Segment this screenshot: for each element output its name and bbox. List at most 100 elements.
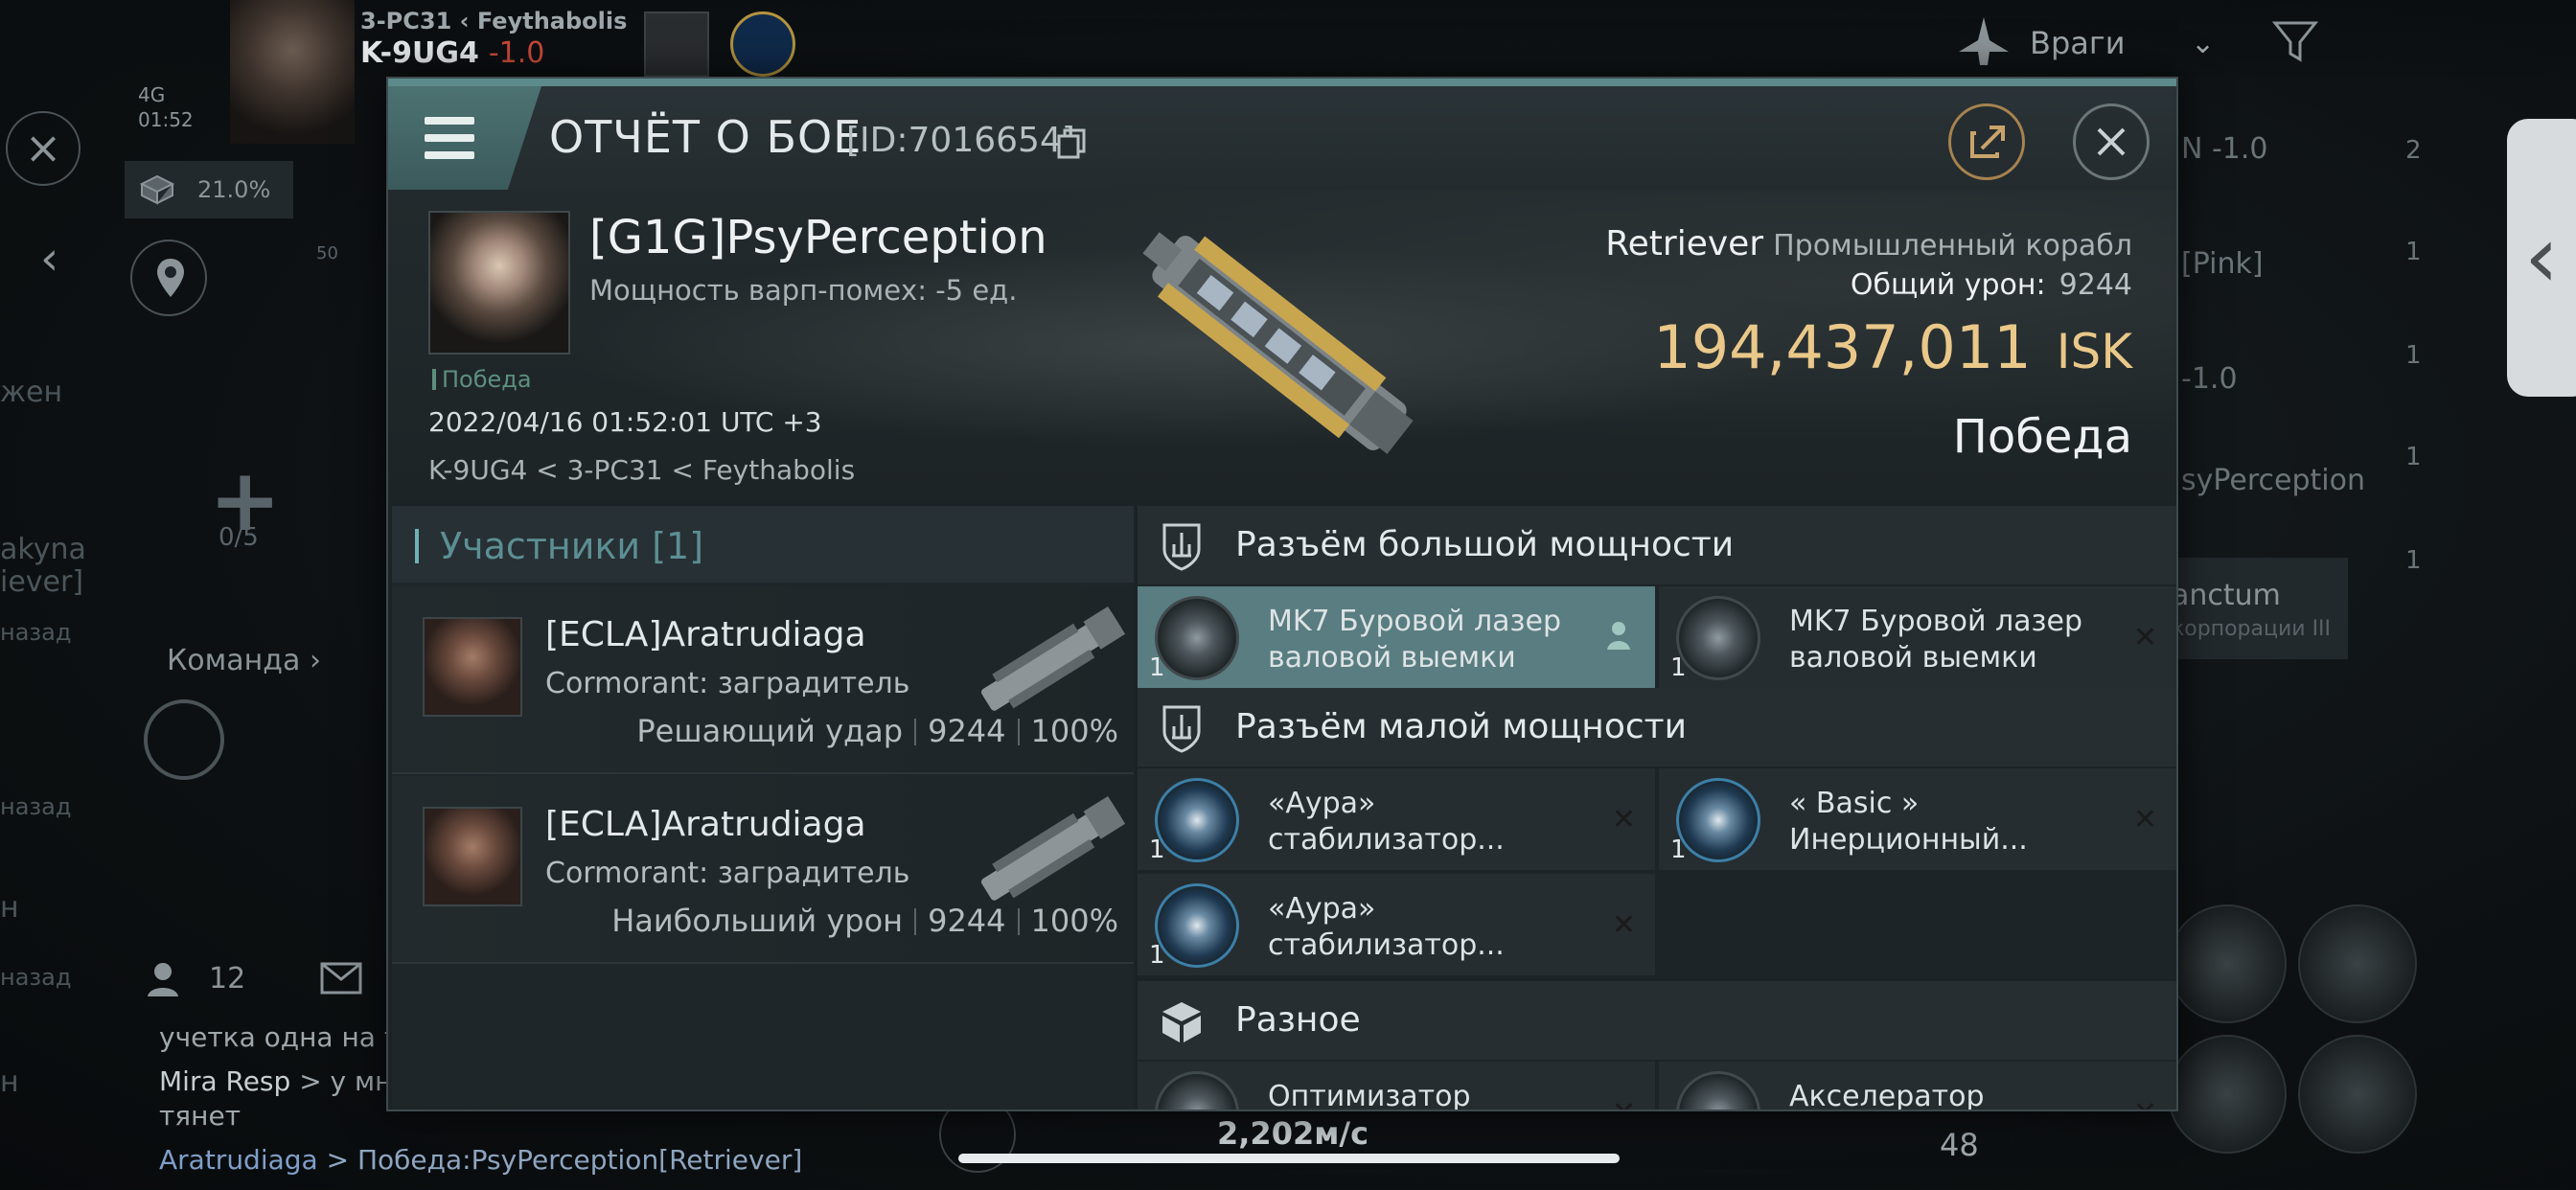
left-fragment: назад xyxy=(0,964,72,991)
destroyed-x-icon: ✕ xyxy=(2132,621,2157,654)
module-quantity: 1 xyxy=(1670,653,1687,682)
report-id: [ID:7016654] xyxy=(846,121,1075,160)
speed-readout: 2,202м/с xyxy=(1217,1115,1369,1152)
victim-ship-image[interactable] xyxy=(1097,209,1461,477)
module-name: Акселератор xyxy=(1789,1080,1985,1111)
stabilizer-icon xyxy=(1155,778,1239,862)
fitted-module[interactable]: 1 MK7 Буровой лазер валовой выемки xyxy=(1138,586,1655,688)
inertial-stabilizer-icon xyxy=(1676,778,1760,862)
victim-name[interactable]: [G1G]PsyPerception xyxy=(589,211,1047,264)
chat-member-count: 12 xyxy=(209,962,246,995)
close-icon xyxy=(2097,127,2126,156)
module-name: MK7 Буровой лазер валовой выемки xyxy=(1789,605,2082,675)
low-slot-header: Разъём малой мощности xyxy=(1138,688,2176,767)
destroyed-x-icon: ✕ xyxy=(1612,1096,1636,1110)
home-indicator[interactable] xyxy=(958,1154,1620,1163)
overview-item[interactable]: anctum xyxy=(2172,579,2281,612)
participant-ship: Cormorant: заградитель xyxy=(545,667,910,700)
alliance-logo-icon[interactable] xyxy=(730,11,795,77)
ship-filter-icon[interactable] xyxy=(1955,13,2012,71)
fitted-module[interactable]: 1 «Аура» стабилизатор... ✕ xyxy=(1138,768,1655,870)
share-icon xyxy=(1970,126,2005,158)
participant-ship-image xyxy=(981,795,1126,901)
optimizer-icon xyxy=(1155,1071,1239,1110)
chevron-left-icon[interactable]: ‹ xyxy=(40,232,58,286)
low-slot-title: Разъём малой мощности xyxy=(1235,707,1688,746)
participant-stats: Решающий удар 9244 100% xyxy=(636,713,1118,749)
person-icon xyxy=(148,963,178,996)
participants-panel: Участники [1] [ECLA]Aratrudiaga Cormoran… xyxy=(392,506,1134,1110)
share-button[interactable] xyxy=(1948,103,2025,180)
module-slot[interactable] xyxy=(2168,904,2287,1023)
fitted-module[interactable]: 1 MK7 Буровой лазер валовой выемки ✕ xyxy=(1659,586,2176,688)
overview-item[interactable]: -1.0 xyxy=(2181,362,2238,396)
misc-title: Разное xyxy=(1235,1000,1361,1040)
participant-card[interactable]: [ECLA]Aratrudiaga Cormorant: заградитель… xyxy=(392,776,1134,964)
victory-tag: Победа xyxy=(432,366,532,393)
module-slot[interactable] xyxy=(2298,1035,2417,1154)
overview-item[interactable]: syPerception xyxy=(2181,464,2365,497)
report-datetime: 2022/04/16 01:52:01 UTC +3 xyxy=(428,406,822,438)
fitted-module[interactable]: Акселератор ✕ xyxy=(1659,1062,2176,1111)
fitted-module[interactable]: Оптимизатор ✕ xyxy=(1138,1062,1655,1110)
slots-count: 0/5 xyxy=(218,523,259,552)
destroyed-x-icon: ✕ xyxy=(2133,1096,2157,1110)
copy-icon[interactable] xyxy=(1057,128,1086,159)
overview-count: 1 xyxy=(2405,546,2422,575)
module-name: «Аура» стабилизатор... xyxy=(1268,892,1505,962)
cargo-icon xyxy=(140,174,174,205)
fitted-module[interactable]: 1 « Basic » Инерционный... ✕ xyxy=(1659,768,2176,870)
mining-laser-icon xyxy=(1676,596,1760,680)
module-slot[interactable] xyxy=(2298,904,2417,1023)
destroyed-x-icon: ✕ xyxy=(1611,803,1636,836)
location-pin-icon[interactable] xyxy=(130,240,207,316)
warp-disruption: Мощность варп-помех: -5 ед. xyxy=(589,274,1018,307)
chat-line: Mira Resp > у мну xyxy=(159,1065,409,1097)
filter-dropdown[interactable]: Враги xyxy=(2030,25,2125,61)
window-title: ОТЧЁТ О БОЕ xyxy=(549,111,862,163)
corp-logo-icon[interactable] xyxy=(644,11,709,77)
participant-portrait[interactable] xyxy=(423,807,522,906)
destroyed-x-icon: ✕ xyxy=(1611,908,1636,942)
victim-ship[interactable]: Retriever Промышленный корабл xyxy=(1605,224,2132,263)
victim-summary: [G1G]PsyPerception Мощность варп-помех: … xyxy=(388,190,2176,502)
drawer-toggle-button[interactable]: ‹ xyxy=(2507,119,2576,397)
left-fragment: н xyxy=(0,1065,19,1099)
target-icon[interactable] xyxy=(144,699,224,780)
player-avatar[interactable] xyxy=(230,0,355,144)
module-slot[interactable] xyxy=(2168,1035,2287,1154)
close-icon[interactable]: × xyxy=(6,111,80,186)
system-name[interactable]: K-9UG4 -1.0 xyxy=(360,36,544,70)
participant-ship: Cormorant: заградитель xyxy=(545,857,910,890)
funnel-icon[interactable] xyxy=(2271,17,2319,65)
left-fragment: iever] xyxy=(0,565,84,599)
participant-card[interactable]: [ECLA]Aratrudiaga Cormorant: заградитель… xyxy=(392,586,1134,774)
window-header: ОТЧЁТ О БОЕ [ID:7016654] xyxy=(388,86,2176,190)
left-fragment: н xyxy=(0,891,19,925)
mining-laser-icon xyxy=(1155,596,1239,680)
participant-portrait[interactable] xyxy=(423,617,522,717)
low-slot-icon xyxy=(1162,705,1201,753)
menu-icon[interactable] xyxy=(388,86,541,190)
overview-item[interactable]: N -1.0 xyxy=(2181,132,2268,166)
high-slot-title: Разъём большой мощности xyxy=(1235,525,1735,564)
victim-portrait[interactable] xyxy=(428,211,570,355)
chevron-down-icon[interactable]: ⌄ xyxy=(2191,27,2215,60)
isk-value: 194,437,011 ISK xyxy=(1653,312,2132,382)
fitted-module[interactable]: 1 «Аура» стабилизатор... ✕ xyxy=(1138,874,1655,975)
module-name: «Аура» стабилизатор... xyxy=(1268,787,1505,857)
mail-icon[interactable] xyxy=(320,962,362,995)
participants-title: Участники [1] xyxy=(440,525,704,567)
close-button[interactable] xyxy=(2073,103,2150,180)
total-damage: Общий урон: 9244 xyxy=(1850,268,2132,302)
overview-item[interactable]: [Pink] xyxy=(2181,247,2264,281)
accelerator-icon xyxy=(1676,1071,1760,1110)
left-fragment: akyna xyxy=(0,533,86,566)
module-quantity: 1 xyxy=(1670,835,1687,864)
battle-report-window: ОТЧЁТ О БОЕ [ID:7016654] [G1G]PsyPercept… xyxy=(386,77,2178,1111)
participant-stats: Наибольший урон 9244 100% xyxy=(611,903,1118,939)
high-slot-header: Разъём большой мощности xyxy=(1138,506,2176,584)
overview-count: 2 xyxy=(2405,136,2422,165)
box-icon xyxy=(1162,1002,1201,1042)
team-button[interactable]: Команда › xyxy=(167,644,321,677)
